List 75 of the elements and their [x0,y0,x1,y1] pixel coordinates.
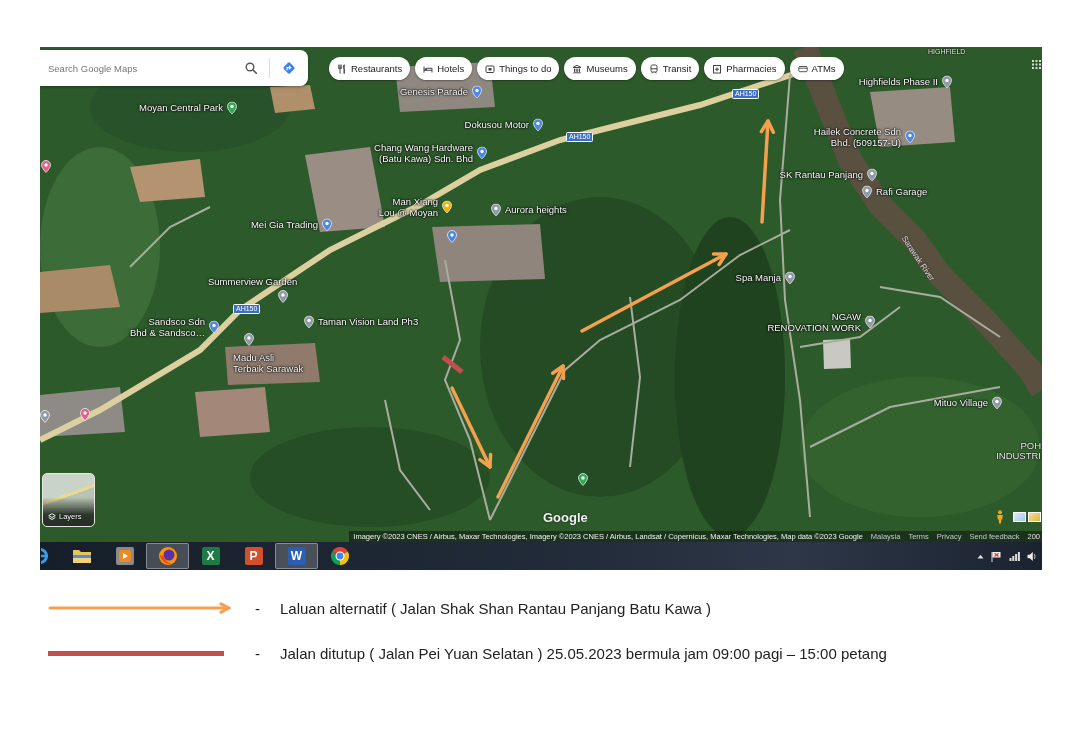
place-label: Genesis Parade [399,86,468,98]
taskbar-button[interactable]: W [275,543,318,569]
place-label: Spa Manja [735,272,781,284]
document-icon: W [287,547,306,565]
apps-grid-icon[interactable] [1032,60,1041,69]
flag-icon[interactable] [991,550,1002,562]
area-label: POH INDUSTRI [996,441,1041,462]
taskbar-button[interactable]: P [232,543,275,569]
map-pin-icon[interactable] [491,203,501,217]
map-pin-icon[interactable] [867,168,877,182]
person-icon[interactable] [996,510,1004,524]
map-pin-icon[interactable] [442,200,452,214]
place-label: Rafi Garage [876,186,928,198]
browser-icon [41,547,49,565]
presentation-icon: P [244,547,263,565]
map-pin-icon[interactable] [322,218,332,232]
place-label: Madu Asli Terbaik Sarawak [233,353,304,374]
directions-icon[interactable] [282,61,296,75]
place-label: Sandsco Sdn Bhd & Sandsco… [130,316,205,338]
place-label: Moyan Central Park [139,102,223,114]
signal-icon[interactable] [1009,551,1020,561]
map-pin-icon[interactable] [533,118,543,132]
map-pin-icon[interactable] [865,315,875,329]
map-pin-icon[interactable] [942,75,952,89]
spreadsheet-icon: X [201,547,220,565]
category-chip[interactable]: Hotels [415,57,473,80]
museum-icon [572,63,583,74]
place-label: Mei Gia Trading [250,219,318,231]
map-pin-icon[interactable] [209,320,219,334]
legend-text: Jalan ditutup ( Jalan Pei Yuan Selatan ) 25.05.2023 bermula jam 09:00 pagi – 15:00 petang [280,644,887,662]
category-chip[interactable]: Transit [640,57,700,80]
map-pin-icon[interactable] [862,185,872,199]
map-pin-icon[interactable] [992,396,1002,410]
pharmacy-icon [712,63,723,74]
category-chip[interactable]: Restaurants [329,57,411,80]
place-label: Mituo Village [933,397,988,409]
place-label: Highfields Phase II [858,76,938,88]
legend-text: Laluan alternatif ( Jalan Shak Shan Rantau Panjang Batu Kawa ) [280,599,712,617]
fork-knife-icon [337,63,347,74]
map-pin-icon[interactable] [477,146,487,160]
map-pin-icon[interactable] [578,473,588,486]
category-chip[interactable]: Pharmacies [704,57,785,80]
search-icon[interactable] [245,62,257,74]
place-label: Taman Vision Land Ph3 [318,316,419,328]
browser-icon [157,546,178,566]
legend-dash: - [255,599,261,617]
category-chip[interactable]: Museums [564,57,636,80]
map-pin-icon[interactable] [278,290,288,303]
media-player-icon [114,546,135,566]
layers-icon [48,512,56,521]
place-label: Chang Wang Hardware (Batu Kawa) Sdn. Bhd [374,142,473,164]
browser-icon [329,546,350,566]
map-pin-icon[interactable] [785,271,795,285]
taskbar-button[interactable]: X [189,543,232,569]
legend-dash: - [255,644,261,662]
search-field[interactable]: Search Google Maps [48,62,241,74]
place-label: Aurora heights [505,204,567,216]
map-pin-icon[interactable] [41,160,51,173]
map-logo: Google [543,510,588,525]
road-closure-mark [441,355,464,374]
folder-icon [71,547,92,565]
map-thumbnail[interactable] [1013,512,1026,522]
speaker-icon[interactable] [1027,550,1037,562]
place-label: Hailek Concrete Sdn Bhd. (509157-U) [813,126,901,148]
map-pin-icon[interactable] [227,101,237,115]
card-icon [797,63,808,74]
category-chip[interactable]: Things to do [477,57,560,80]
map-pin-icon[interactable] [244,333,254,346]
category-chip[interactable]: ATMs [789,57,844,80]
caret-up-icon[interactable] [977,553,984,559]
ticket-icon [485,63,496,74]
place-label: Dokusou Motor [464,119,529,131]
map-pin-icon[interactable] [304,315,314,329]
train-icon [648,63,659,74]
map-thumbnail[interactable] [1028,512,1041,522]
